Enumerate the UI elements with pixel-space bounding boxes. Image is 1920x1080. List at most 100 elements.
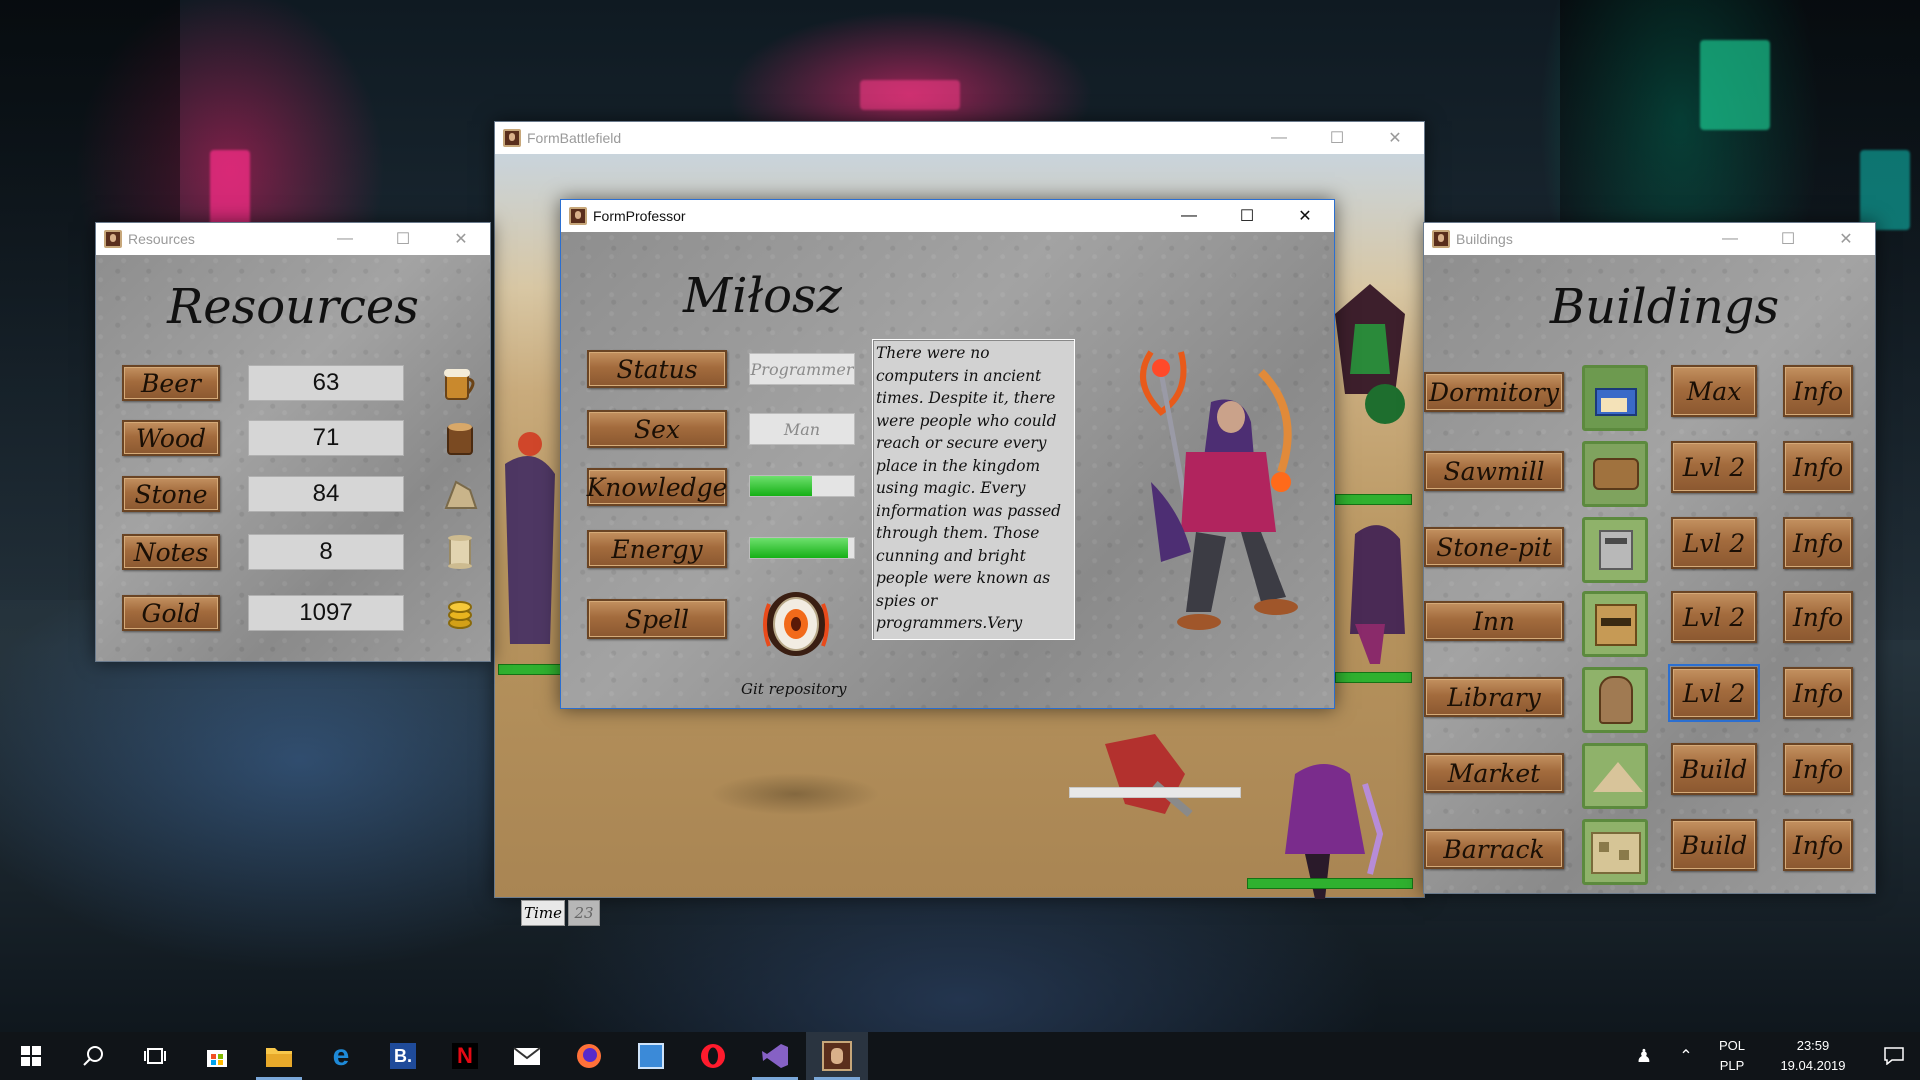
- status-value: Programmer: [749, 353, 855, 385]
- battlefield-titlebar[interactable]: FormBattlefield — ☐ ✕: [495, 122, 1424, 154]
- opera-icon[interactable]: [682, 1032, 744, 1080]
- taskbar: e B. N ♟ ⌃ POL PLP 23:59 19.04.2019: [0, 1032, 1920, 1080]
- building-name-stone-pit: Stone-pit: [1424, 527, 1564, 567]
- notification-icon[interactable]: [1868, 1032, 1920, 1080]
- sex-label: Sex: [587, 410, 727, 448]
- professor-name: Miłosz: [683, 268, 842, 324]
- game-app-icon[interactable]: [806, 1032, 868, 1080]
- building-info-library-button[interactable]: Info: [1783, 667, 1853, 719]
- knowledge-label: Knowledge: [587, 468, 727, 506]
- building-info-market-button[interactable]: Info: [1783, 743, 1853, 795]
- minimize-button[interactable]: —: [1701, 223, 1759, 255]
- resource-value-notes: 8: [248, 534, 404, 570]
- minimize-button[interactable]: —: [1160, 200, 1218, 232]
- window-title: FormBattlefield: [527, 130, 622, 146]
- professor-panel: Miłosz Status Programmer Sex Man Knowled…: [561, 232, 1334, 708]
- resources-titlebar[interactable]: Resources — ☐ ✕: [96, 223, 490, 255]
- resources-window: Resources — ☐ ✕ Resources Beer 63 Wood 7…: [95, 222, 491, 662]
- maximize-button[interactable]: ☐: [1218, 200, 1276, 232]
- building-action-market-button[interactable]: Build: [1671, 743, 1757, 795]
- building-action-barrack-button[interactable]: Build: [1671, 819, 1757, 871]
- buildings-window: Buildings — ☐ ✕ Buildings Dormitory Max …: [1423, 222, 1876, 894]
- netflix-icon[interactable]: N: [434, 1032, 496, 1080]
- building-action-inn-button[interactable]: Lvl 2: [1671, 591, 1757, 643]
- dormitory-icon: [1582, 365, 1648, 431]
- close-button[interactable]: ✕: [1276, 200, 1334, 232]
- buildings-titlebar[interactable]: Buildings — ☐ ✕: [1424, 223, 1875, 255]
- app-icon: [1432, 230, 1450, 248]
- spell-label: Spell: [587, 599, 727, 639]
- people-icon[interactable]: ♟: [1622, 1032, 1666, 1080]
- close-button[interactable]: ✕: [1817, 223, 1875, 255]
- resource-label-gold: Gold: [122, 595, 220, 631]
- ally-warrior-sprite[interactable]: [495, 404, 565, 664]
- ally-fighter-sprite[interactable]: [1095, 714, 1205, 824]
- resource-label-notes: Notes: [122, 534, 220, 570]
- mail-icon[interactable]: [496, 1032, 558, 1080]
- knowledge-progress-bar: [749, 475, 855, 497]
- building-info-dormitory-button[interactable]: Info: [1783, 365, 1853, 417]
- market-icon: [1582, 743, 1648, 809]
- firefox-icon[interactable]: [558, 1032, 620, 1080]
- building-name-dormitory: Dormitory: [1424, 372, 1564, 412]
- building-info-sawmill-button[interactable]: Info: [1783, 441, 1853, 493]
- clock-date: 19.04.2019: [1780, 1058, 1846, 1073]
- building-name-barrack: Barrack: [1424, 829, 1564, 869]
- beer-mug-icon: [444, 369, 475, 400]
- buildings-panel: Buildings Dormitory Max Info Sawmill Lvl…: [1424, 255, 1875, 893]
- resource-value-gold: 1097: [248, 595, 404, 631]
- enemy-health-bar: [1247, 878, 1413, 889]
- close-button[interactable]: ✕: [1366, 122, 1424, 154]
- enemy-health-bar: [1335, 672, 1412, 683]
- store-icon[interactable]: [186, 1032, 248, 1080]
- barrack-icon: [1582, 819, 1648, 885]
- edge-icon[interactable]: e: [310, 1032, 372, 1080]
- close-button[interactable]: ✕: [432, 223, 490, 255]
- resources-heading: Resources: [167, 279, 419, 335]
- language-top: POL: [1718, 1038, 1745, 1053]
- maximize-button[interactable]: ☐: [1308, 122, 1366, 154]
- maximize-button[interactable]: ☐: [374, 223, 432, 255]
- energy-progress-fill: [750, 538, 848, 558]
- chevron-up-icon[interactable]: ⌃: [1666, 1032, 1706, 1080]
- buildings-heading: Buildings: [1549, 279, 1780, 335]
- task-view-icon[interactable]: [124, 1032, 186, 1080]
- building-info-stone-pit-button[interactable]: Info: [1783, 517, 1853, 569]
- maximize-button[interactable]: ☐: [1759, 223, 1817, 255]
- enemy-mage-sprite[interactable]: [1325, 514, 1425, 674]
- window-title: FormProfessor: [593, 208, 686, 224]
- professor-titlebar[interactable]: FormProfessor — ☐ ✕: [561, 200, 1334, 232]
- minimize-button[interactable]: —: [316, 223, 374, 255]
- visual-studio-icon[interactable]: [744, 1032, 806, 1080]
- file-explorer-icon[interactable]: [248, 1032, 310, 1080]
- building-info-inn-button[interactable]: Info: [1783, 591, 1853, 643]
- paint-icon[interactable]: [620, 1032, 682, 1080]
- sawmill-icon: [1582, 441, 1648, 507]
- system-tray: ♟ ⌃ POL PLP 23:59 19.04.2019: [1622, 1032, 1920, 1080]
- language-indicator[interactable]: POL PLP: [1706, 1036, 1758, 1076]
- building-info-barrack-button[interactable]: Info: [1783, 819, 1853, 871]
- search-icon[interactable]: [62, 1032, 124, 1080]
- sex-value: Man: [749, 413, 855, 445]
- resource-label-beer: Beer: [122, 365, 220, 401]
- spell-caption: Git repository: [741, 680, 847, 698]
- building-action-stone-pit-button[interactable]: Lvl 2: [1671, 517, 1757, 569]
- stone-pit-icon: [1582, 517, 1648, 583]
- resource-value-stone: 84: [248, 476, 404, 512]
- clock[interactable]: 23:59 19.04.2019: [1758, 1036, 1868, 1076]
- scroll-icon: [448, 535, 472, 569]
- git-repository-spell-icon[interactable]: [751, 584, 841, 664]
- ally-health-bar: [1069, 787, 1241, 798]
- building-action-dormitory-button[interactable]: Max: [1671, 365, 1757, 417]
- building-action-sawmill-button[interactable]: Lvl 2: [1671, 441, 1757, 493]
- app-icon: [569, 207, 587, 225]
- resource-label-stone: Stone: [122, 476, 220, 512]
- building-action-library-button[interactable]: Lvl 2: [1668, 664, 1760, 722]
- status-label: Status: [587, 350, 727, 388]
- minimize-button[interactable]: —: [1250, 122, 1308, 154]
- windows-start-icon[interactable]: [0, 1032, 62, 1080]
- energy-label: Energy: [587, 530, 727, 568]
- app-icon: [503, 129, 521, 147]
- knowledge-progress-fill: [750, 476, 813, 496]
- booking-icon[interactable]: B.: [372, 1032, 434, 1080]
